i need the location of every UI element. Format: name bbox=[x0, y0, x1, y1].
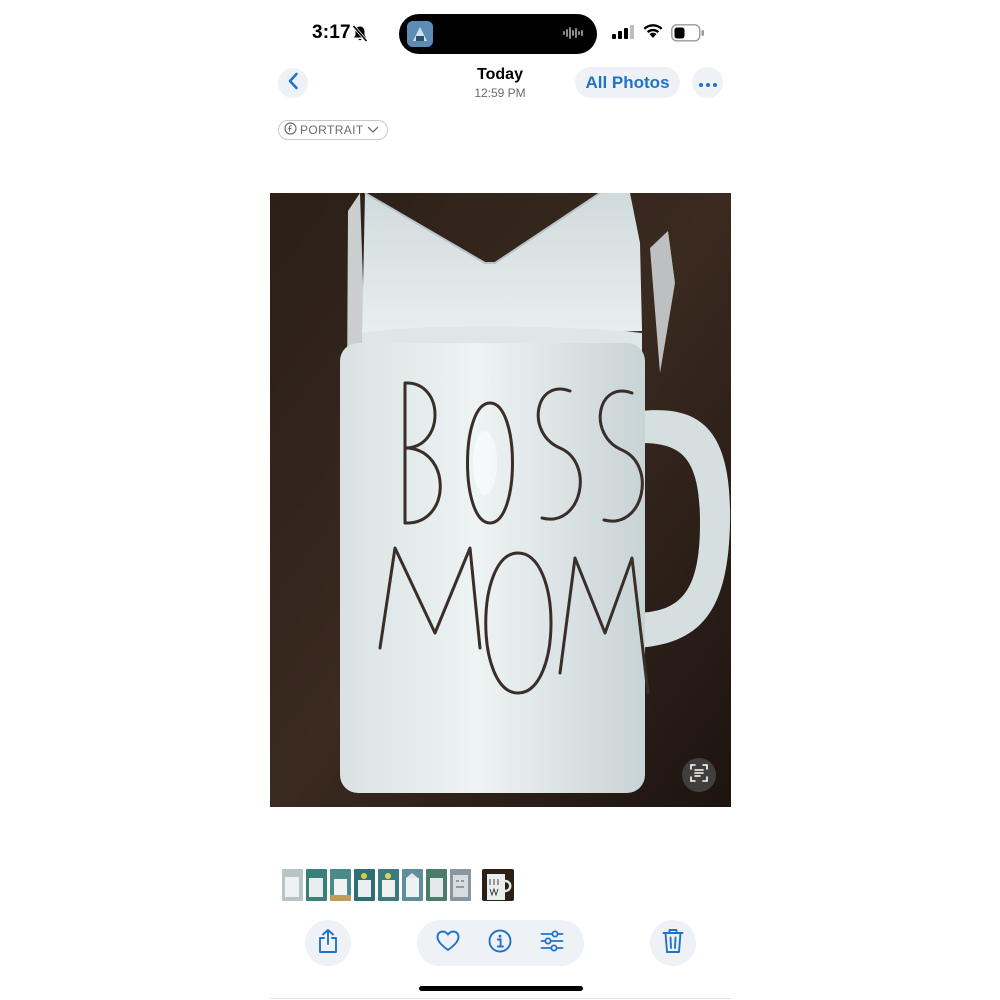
all-photos-button[interactable]: All Photos bbox=[575, 67, 680, 98]
more-options-button[interactable] bbox=[692, 67, 723, 98]
photo-filmstrip[interactable] bbox=[282, 869, 517, 901]
share-button[interactable] bbox=[305, 920, 351, 966]
chevron-down-icon bbox=[367, 123, 379, 137]
chevron-left-icon bbox=[287, 72, 299, 95]
portrait-label: PORTRAIT bbox=[300, 123, 364, 137]
share-icon bbox=[317, 928, 339, 959]
filmstrip-thumbnail[interactable] bbox=[402, 869, 423, 901]
bell-slash-icon bbox=[352, 25, 368, 47]
battery-icon bbox=[671, 24, 705, 47]
filmstrip-thumbnail[interactable] bbox=[378, 869, 399, 901]
live-text-icon bbox=[689, 763, 709, 788]
cellular-signal-icon bbox=[612, 25, 634, 44]
wifi-icon bbox=[642, 23, 664, 44]
info-icon bbox=[488, 929, 512, 958]
filmstrip-thumbnail[interactable] bbox=[354, 869, 375, 901]
page-title: Today bbox=[477, 66, 523, 83]
home-indicator[interactable] bbox=[419, 986, 583, 991]
filmstrip-thumbnail[interactable] bbox=[450, 869, 471, 901]
adjust-button[interactable] bbox=[529, 920, 575, 966]
now-playing-artwork bbox=[407, 21, 433, 47]
filmstrip-thumbnail[interactable] bbox=[306, 869, 327, 901]
trash-icon bbox=[662, 928, 684, 959]
portrait-mode-button[interactable]: PORTRAIT bbox=[278, 120, 388, 140]
dynamic-island[interactable] bbox=[399, 14, 597, 54]
back-button[interactable] bbox=[278, 68, 308, 98]
sliders-icon bbox=[540, 930, 564, 957]
filmstrip-thumbnail[interactable] bbox=[330, 869, 351, 901]
info-button[interactable] bbox=[477, 920, 523, 966]
photo-actions-group bbox=[417, 920, 584, 966]
live-text-button[interactable] bbox=[682, 758, 716, 792]
audio-waveform-icon bbox=[563, 26, 585, 45]
heart-icon bbox=[436, 930, 460, 957]
delete-button[interactable] bbox=[650, 920, 696, 966]
filmstrip-thumbnail[interactable] bbox=[282, 869, 303, 901]
page-subtitle-time: 12:59 PM bbox=[474, 86, 526, 100]
aperture-icon bbox=[284, 122, 297, 138]
ellipsis-icon bbox=[698, 74, 717, 92]
filmstrip-thumbnail[interactable] bbox=[426, 869, 447, 901]
status-time: 3:17 bbox=[312, 22, 351, 43]
divider bbox=[270, 998, 731, 999]
favorite-button[interactable] bbox=[425, 920, 471, 966]
filmstrip-thumbnail-current[interactable] bbox=[482, 869, 514, 901]
main-photo[interactable] bbox=[270, 193, 731, 807]
